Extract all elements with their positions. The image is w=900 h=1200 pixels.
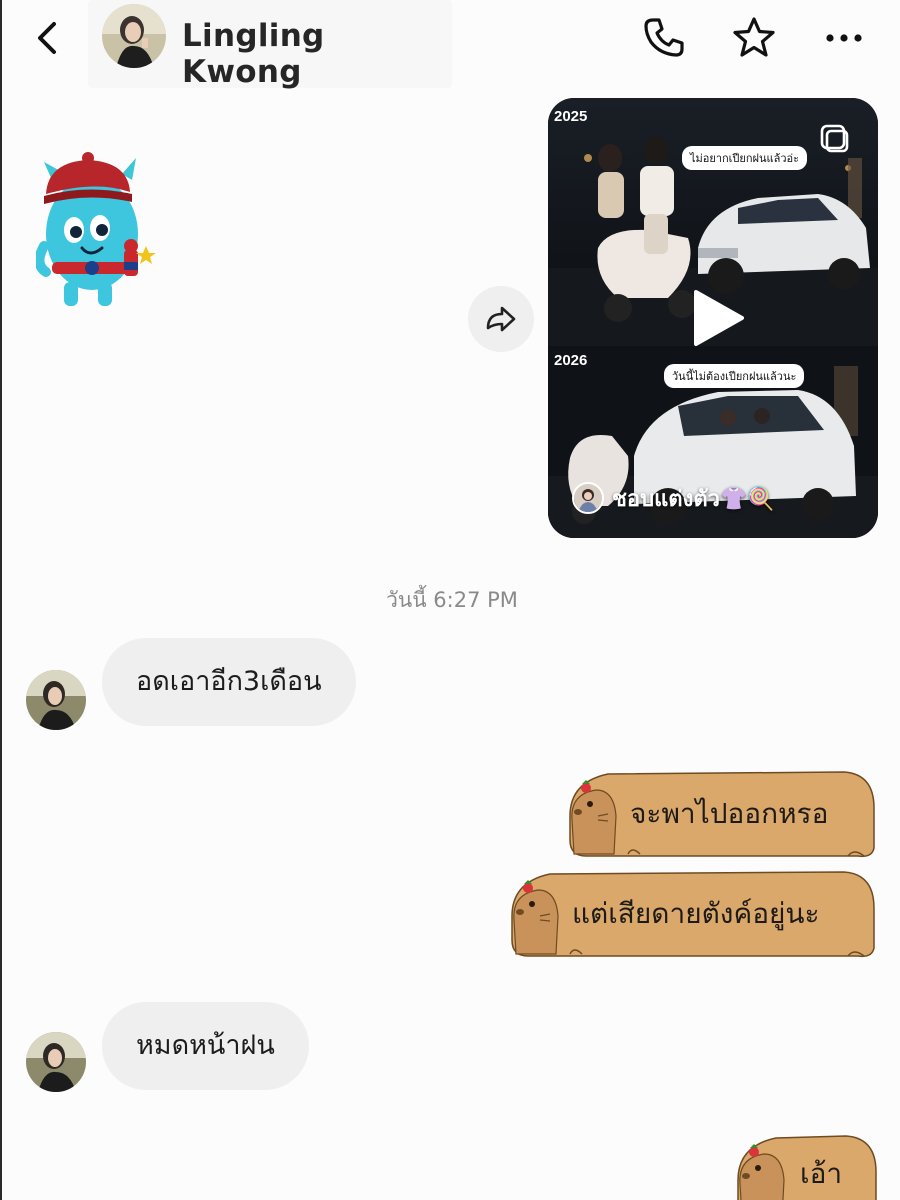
reels-icon: [820, 124, 849, 153]
outgoing-message-text: จะพาไปออกหรอ: [630, 797, 829, 830]
message-timestamp: วันนี้ 6:27 PM: [386, 588, 518, 612]
more-button[interactable]: [820, 14, 868, 62]
shared-reel-card[interactable]: 2025 ไม่อยากเปียกฝนแล้วอ่ะ 2026 วันนี้ไม…: [548, 98, 878, 538]
outgoing-message[interactable]: แต่เสียดายตังค์อยู่นะ: [510, 868, 880, 960]
sender-avatar[interactable]: [26, 670, 86, 730]
reel-year-bottom: 2026: [554, 352, 588, 369]
back-button[interactable]: [32, 18, 68, 58]
contact-name: Lingling Kwong: [182, 18, 325, 90]
sender-avatar[interactable]: [26, 1032, 86, 1092]
more-horizontal-icon: [826, 34, 862, 42]
chat-screen: Lingling Kwong 2025 ไม่อยากเปียกฝนแล้วอ่…: [0, 0, 900, 1200]
incoming-message[interactable]: อดเอาอีก3เดือน: [102, 638, 356, 726]
phone-icon: [644, 18, 684, 57]
outgoing-message-text: เอ้า: [800, 1157, 843, 1190]
call-button[interactable]: [640, 14, 688, 62]
reel-year-top: 2025: [554, 108, 588, 125]
chevron-left-icon: [38, 22, 56, 54]
contact-profile[interactable]: Lingling Kwong: [88, 0, 452, 90]
monster-sticker[interactable]: [34, 150, 162, 314]
reel-caption-bottom: วันนี้ไม่ต้องเปียกฝนแล้วนะ: [664, 364, 805, 388]
share-arrow-icon: [486, 306, 516, 332]
contact-avatar: [102, 4, 166, 68]
share-button[interactable]: [468, 286, 534, 352]
reel-owner-avatar: [572, 482, 604, 514]
play-icon[interactable]: [690, 288, 746, 348]
reel-owner-name: ชอบแต่งตัว👚🍭: [612, 486, 775, 512]
favorite-button[interactable]: [730, 14, 778, 62]
star-icon: [733, 17, 775, 57]
outgoing-message[interactable]: จะพาไปออกหรอ: [568, 768, 880, 860]
chat-header: Lingling Kwong: [2, 0, 900, 92]
outgoing-message[interactable]: เอ้า: [736, 1132, 880, 1200]
incoming-message[interactable]: หมดหน้าฝน: [102, 1002, 309, 1090]
reel-caption-top: ไม่อยากเปียกฝนแล้วอ่ะ: [682, 146, 808, 170]
outgoing-message-text: แต่เสียดายตังค์อยู่นะ: [572, 897, 820, 930]
reel-owner[interactable]: ชอบแต่งตัว👚🍭: [572, 480, 775, 516]
